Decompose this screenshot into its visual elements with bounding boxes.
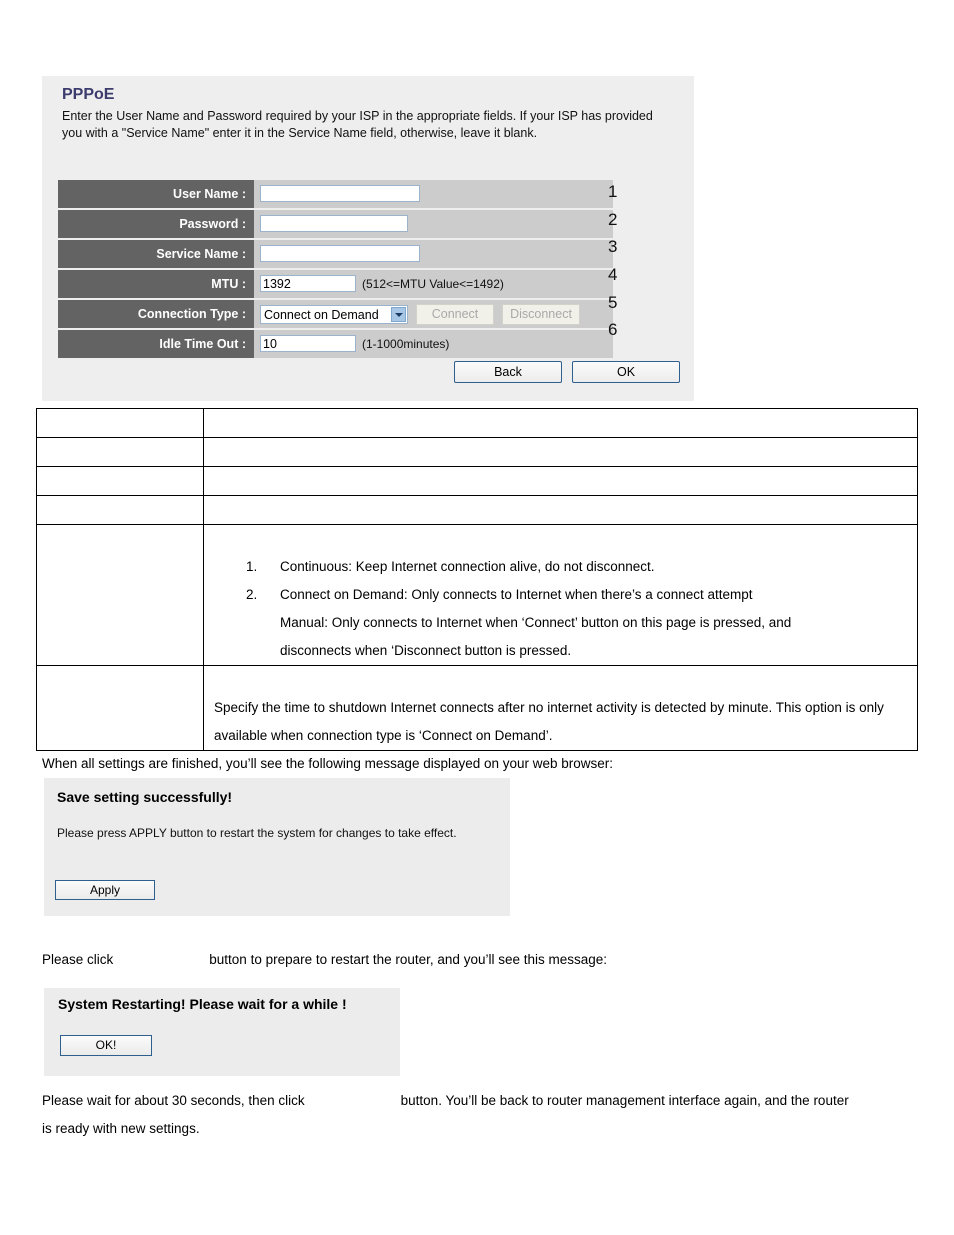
row-description: [203, 466, 918, 496]
table-row: Connection Type : Connect on Demand Conn…: [58, 300, 613, 328]
connection-type-cell: Connect on Demand Connect Disconnect: [254, 300, 613, 328]
system-restarting-message-box: System Restarting! Please wait for a whi…: [44, 988, 400, 1076]
chevron-down-icon[interactable]: [391, 306, 406, 322]
list-item-number: 2.: [246, 587, 258, 602]
row-description: [203, 495, 918, 525]
list-item-extra-line: disconnects when ‘Disconnect button is p…: [280, 643, 572, 658]
idle-time-out-description: Specify the time to shutdown Internet co…: [203, 665, 918, 751]
list-item-number: 1.: [246, 559, 258, 574]
list-item-extra-line: Manual: Only connects to Internet when ‘…: [280, 615, 792, 630]
table-row: 1. Continuous: Keep Internet connection …: [36, 524, 918, 666]
table-row: [36, 437, 918, 467]
mtu-label: MTU :: [58, 270, 254, 298]
user-name-cell: [254, 180, 613, 208]
save-setting-body: Please press APPLY button to restart the…: [57, 826, 457, 840]
user-name-input[interactable]: [260, 185, 420, 203]
connection-type-value: Connect on Demand: [264, 307, 379, 322]
callout-number-1: 1: [608, 182, 618, 201]
row-label: [36, 524, 204, 666]
row-label: [36, 495, 204, 525]
wait-line-two: is ready with new settings.: [42, 1121, 200, 1136]
table-row: User Name :: [58, 180, 613, 208]
service-name-label: Service Name :: [58, 240, 254, 268]
connection-type-description: 1. Continuous: Keep Internet connection …: [203, 524, 918, 666]
callout-number-4: 4: [608, 265, 618, 285]
apply-button[interactable]: Apply: [55, 880, 155, 900]
paragraph-after-table: When all settings are finished, you’ll s…: [42, 756, 614, 771]
connection-type-list: 1. Continuous: Keep Internet connection …: [214, 553, 907, 665]
callout-number-5: 5: [608, 292, 618, 312]
system-restarting-heading: System Restarting! Please wait for a whi…: [58, 996, 347, 1012]
page-title: PPPoE: [62, 86, 115, 103]
idle-time-out-hint: (1-1000minutes): [362, 336, 450, 351]
table-row: Password :: [58, 210, 613, 238]
table-row: Idle Time Out : (1-1000minutes): [58, 330, 613, 358]
list-item-text: Connect on Demand: Only connects to Inte…: [280, 587, 753, 602]
mtu-input[interactable]: [260, 275, 356, 293]
mtu-hint: (512<=MTU Value<=1492): [362, 276, 504, 291]
pppoe-config-panel: PPPoE Enter the User Name and Password r…: [42, 76, 694, 401]
table-row: [36, 495, 918, 525]
row-description: [203, 408, 918, 438]
ok-button[interactable]: OK: [572, 361, 680, 383]
please-click-pre-text: Please click: [42, 952, 114, 967]
row-description: [203, 437, 918, 467]
callout-number-6: 6: [608, 320, 618, 340]
service-name-cell: [254, 240, 613, 268]
wait-post-text: button. You’ll be back to router managem…: [400, 1093, 849, 1108]
parameter-description-table: 1. Continuous: Keep Internet connection …: [36, 408, 918, 751]
pppoe-form: User Name : Password : Service Name : MT…: [58, 178, 613, 360]
callout-number-2: 2: [608, 209, 618, 229]
callout-numbers: 1 2 3 4 5 6: [608, 178, 638, 344]
paragraph-wait-30-seconds: Please wait for about 30 seconds, then c…: [42, 1087, 932, 1143]
password-cell: [254, 210, 613, 238]
idle-time-out-input[interactable]: [260, 335, 356, 353]
idle-time-out-label: Idle Time Out :: [58, 330, 254, 358]
save-setting-heading: Save setting successfully!: [57, 789, 233, 805]
please-click-post-text: button to prepare to restart the router,…: [209, 952, 608, 967]
table-row: MTU : (512<=MTU Value<=1492): [58, 270, 613, 298]
table-row: Service Name :: [58, 240, 613, 268]
connect-button[interactable]: Connect: [416, 303, 494, 325]
row-label: [36, 466, 204, 496]
panel-footer: Back OK: [42, 361, 694, 383]
row-label: [36, 437, 204, 467]
list-item: 1. Continuous: Keep Internet connection …: [246, 553, 907, 581]
row-label: [36, 408, 204, 438]
service-name-input[interactable]: [260, 245, 420, 263]
table-row: [36, 408, 918, 438]
password-input[interactable]: [260, 215, 408, 233]
table-row: Specify the time to shutdown Internet co…: [36, 665, 918, 751]
panel-description: Enter the User Name and Password require…: [62, 109, 653, 140]
list-item: 2. Connect on Demand: Only connects to I…: [246, 581, 907, 665]
wait-pre-text: Please wait for about 30 seconds, then c…: [42, 1093, 305, 1108]
user-name-label: User Name :: [58, 180, 254, 208]
paragraph-please-click: Please click button to prepare to restart…: [42, 946, 922, 974]
table-row: [36, 466, 918, 496]
disconnect-button[interactable]: Disconnect: [502, 303, 580, 325]
idle-time-out-cell: (1-1000minutes): [254, 330, 613, 358]
connection-type-label: Connection Type :: [58, 300, 254, 328]
mtu-cell: (512<=MTU Value<=1492): [254, 270, 613, 298]
ok-exclaim-button[interactable]: OK!: [60, 1035, 152, 1056]
callout-number-3: 3: [608, 237, 618, 257]
list-item-text: Continuous: Keep Internet connection ali…: [280, 559, 655, 574]
back-button[interactable]: Back: [454, 361, 562, 383]
row-label: [36, 665, 204, 751]
connection-type-select[interactable]: Connect on Demand: [260, 304, 408, 324]
password-label: Password :: [58, 210, 254, 238]
